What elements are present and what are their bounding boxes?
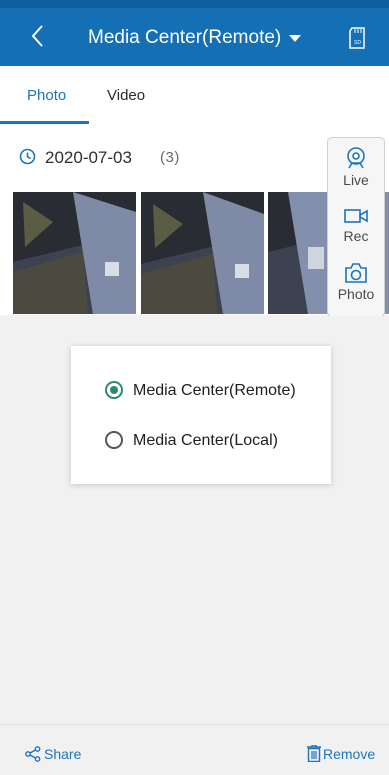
camera-lens-icon — [347, 147, 365, 169]
caret-down-icon[interactable] — [289, 35, 301, 42]
chevron-left-icon[interactable] — [24, 22, 52, 50]
option-remote-label: Media Center(Remote) — [133, 382, 296, 399]
group-date: 2020-07-03 — [45, 148, 132, 167]
record-button[interactable]: Rec — [328, 206, 384, 245]
radio-unchecked-icon[interactable] — [105, 431, 123, 449]
trash-icon — [307, 745, 321, 762]
tab-video[interactable]: Video — [107, 87, 145, 105]
radio-checked-icon[interactable] — [105, 381, 123, 399]
camera-icon — [345, 263, 367, 283]
clock-icon — [19, 148, 36, 165]
photo-capture-button[interactable]: Photo — [328, 262, 384, 303]
share-icon — [25, 746, 41, 762]
share-label: Share — [44, 746, 82, 762]
group-count: (3) — [160, 149, 180, 166]
video-camera-icon — [344, 209, 368, 223]
photo-label: Photo — [337, 286, 375, 302]
sd-label: SD — [354, 40, 361, 46]
tab-bar: Photo Video — [0, 66, 389, 125]
sd-card-icon[interactable]: SD — [345, 26, 369, 50]
rec-label: Rec — [343, 228, 369, 244]
live-button[interactable]: Live — [328, 146, 384, 189]
bottom-action-bar: Share Remove — [0, 724, 389, 775]
status-bar — [0, 0, 389, 8]
remove-label: Remove — [323, 746, 376, 762]
capture-panel: Live Rec Photo — [327, 137, 385, 317]
photo-thumbnail[interactable] — [141, 192, 264, 314]
tab-photo[interactable]: Photo — [27, 87, 66, 105]
page-title[interactable]: Media Center(Remote) — [88, 26, 281, 50]
live-label: Live — [343, 172, 369, 188]
media-source-dialog: Media Center(Remote) Media Center(Local) — [71, 346, 331, 484]
app-header: Media Center(Remote) SD — [0, 8, 389, 66]
photo-thumbnail[interactable] — [13, 192, 136, 314]
option-local-label: Media Center(Local) — [133, 432, 278, 449]
